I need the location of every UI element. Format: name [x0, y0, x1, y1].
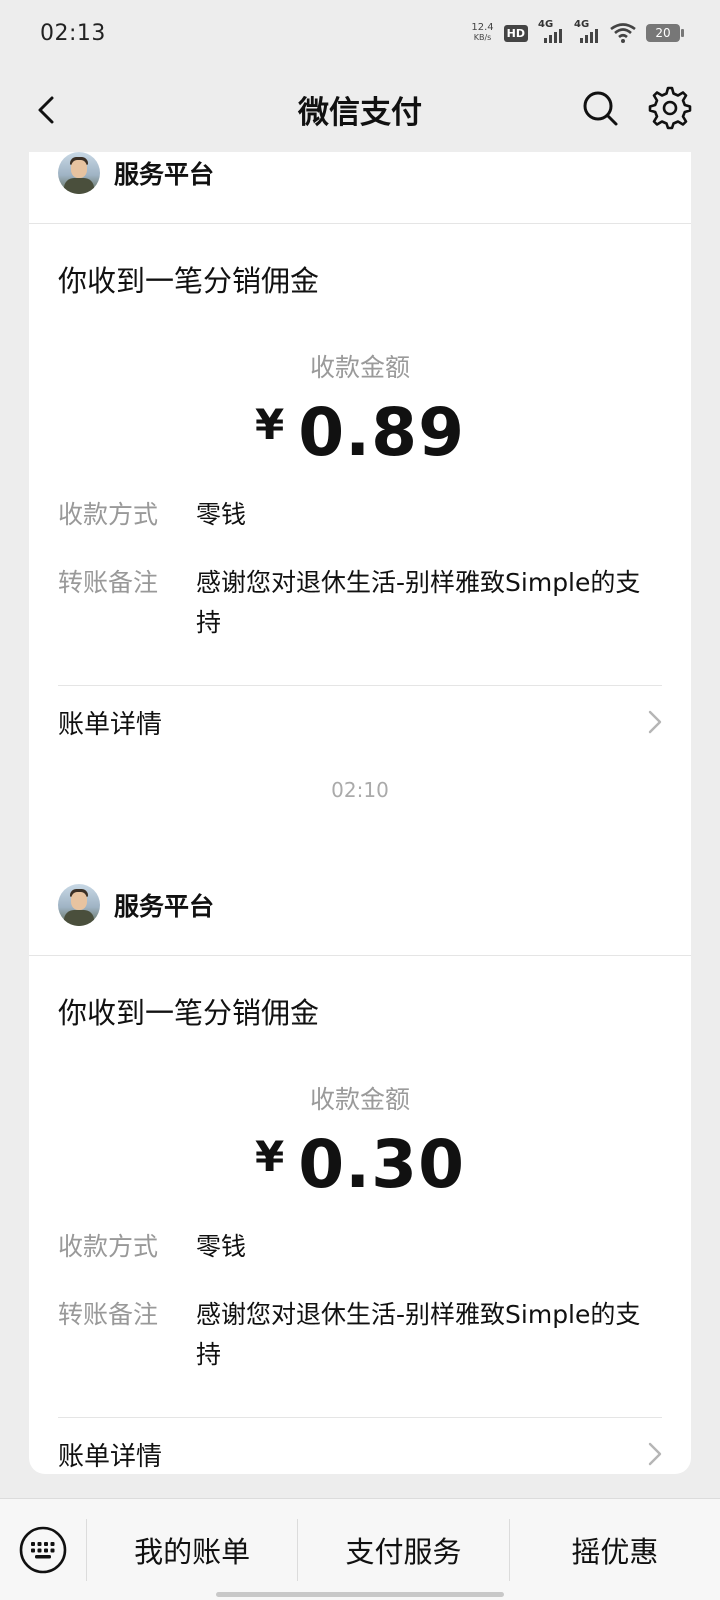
- hd-icon: HD: [503, 24, 528, 42]
- amount: ¥ 0.89: [29, 394, 691, 471]
- avatar: [58, 883, 100, 926]
- chevron-right-icon: [648, 710, 662, 734]
- transfer-note-key: 转账备注: [58, 1300, 159, 1329]
- bill-details-link[interactable]: 账单详情: [29, 686, 691, 758]
- transfer-note-key: 转账备注: [58, 568, 159, 597]
- avatar: [58, 152, 100, 194]
- platform-name: 服务平台: [114, 159, 215, 189]
- home-indicator[interactable]: [216, 1592, 504, 1597]
- chevron-right-icon: [648, 1442, 662, 1466]
- back-arrow-icon[interactable]: [28, 90, 68, 130]
- bill-details-label: 账单详情: [58, 709, 163, 740]
- transfer-note-value: 感谢您对退休生活-别样雅致Simple的支持: [196, 568, 641, 637]
- transfer-note-value: 感谢您对退休生活-别样雅致Simple的支持: [196, 1300, 641, 1369]
- payment-card[interactable]: 服务平台 你收到一笔分销佣金 收款金额 ¥ 0.30 收款方式 零钱 转账备注 …: [29, 854, 691, 1474]
- payment-method-key: 收款方式: [58, 1232, 159, 1261]
- settings-gear-icon[interactable]: [648, 86, 692, 130]
- card-title: 你收到一笔分销佣金: [58, 264, 320, 298]
- bottom-menu-bar: 我的账单 支付服务 摇优惠: [0, 1498, 720, 1600]
- amount: ¥ 0.30: [29, 1126, 691, 1203]
- amount-label: 收款金额: [309, 353, 410, 382]
- card-header[interactable]: 服务平台: [29, 152, 691, 224]
- keyboard-toggle-button[interactable]: [0, 1499, 86, 1600]
- currency-symbol: ¥: [254, 1132, 285, 1181]
- status-time: 02:13: [40, 20, 106, 46]
- bill-details-link[interactable]: 账单详情: [29, 1418, 691, 1490]
- payment-method-row: 收款方式 零钱: [29, 1227, 691, 1267]
- signal-label: 4G: [538, 19, 554, 30]
- signal-icon: 4G: [574, 19, 600, 43]
- transfer-note-row: 转账备注 感谢您对退休生活-别样雅致Simple的支持: [29, 1295, 691, 1375]
- menu-my-bills[interactable]: 我的账单: [86, 1518, 297, 1581]
- payment-method-row: 收款方式 零钱: [29, 495, 691, 535]
- payment-method-value: 零钱: [196, 1232, 247, 1261]
- wifi-icon: [610, 23, 636, 43]
- menu-shake-offers[interactable]: 摇优惠: [508, 1518, 720, 1581]
- keyboard-icon: [19, 1526, 67, 1573]
- payment-method-value: 零钱: [196, 500, 247, 529]
- bill-details-label: 账单详情: [58, 1441, 163, 1472]
- amount-label: 收款金额: [309, 1085, 410, 1114]
- nav-bar: 微信支付: [0, 66, 720, 152]
- net-speed-unit: KB/s: [473, 33, 492, 42]
- status-icons: 12.4 KB/s HD 4G 4G 20: [471, 19, 684, 43]
- page-title: 微信支付: [298, 94, 422, 131]
- status-bar: 02:13 12.4 KB/s HD 4G 4G 20: [0, 0, 720, 66]
- currency-symbol: ¥: [254, 400, 285, 449]
- message-list[interactable]: 服务平台 你收到一笔分销佣金 收款金额 ¥ 0.89 收款方式 零钱 转账备注 …: [0, 152, 720, 1498]
- amount-value: 0.30: [298, 1126, 466, 1203]
- platform-name: 服务平台: [114, 891, 215, 921]
- amount-value: 0.89: [298, 394, 466, 471]
- transfer-note-row: 转账备注 感谢您对退休生活-别样雅致Simple的支持: [29, 563, 691, 643]
- message-timestamp: 02:10: [331, 778, 389, 802]
- card-title: 你收到一笔分销佣金: [58, 996, 320, 1030]
- payment-method-key: 收款方式: [58, 500, 159, 529]
- signal-icon: 4G: [538, 19, 564, 43]
- signal-label: 4G: [574, 19, 590, 30]
- search-icon[interactable]: [580, 88, 620, 128]
- net-speed-value: 12.4: [471, 22, 494, 33]
- card-header[interactable]: 服务平台: [29, 854, 691, 956]
- battery-icon: 20: [646, 24, 684, 42]
- menu-payment-services[interactable]: 支付服务: [297, 1518, 508, 1581]
- net-speed: 12.4 KB/s: [471, 23, 493, 43]
